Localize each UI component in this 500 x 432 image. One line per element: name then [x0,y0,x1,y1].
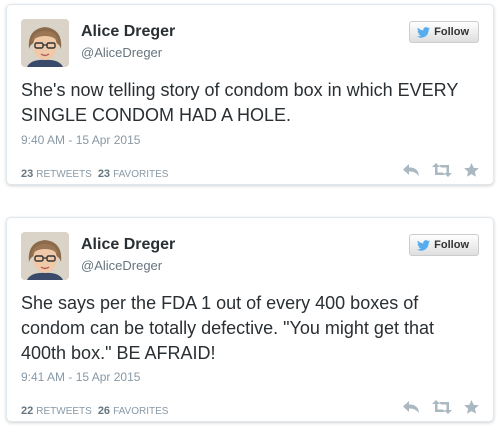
author-handle[interactable]: @AliceDreger [81,45,162,60]
tweet-stats: 22 RETWEETS 26 FAVORITES [21,405,168,417]
tweet-actions [402,163,479,177]
retweets-label: RETWEETS [36,406,92,417]
retweets-stat[interactable]: 23 RETWEETS [21,168,92,180]
favorites-stat[interactable]: 23 FAVORITES [98,168,169,180]
follow-label: Follow [434,26,469,38]
avatar[interactable] [21,19,69,67]
favorites-stat[interactable]: 26 FAVORITES [98,405,169,417]
reply-icon[interactable] [402,400,420,414]
favorites-label: FAVORITES [113,406,169,417]
author-name[interactable]: Alice Dreger [81,23,175,41]
retweets-label: RETWEETS [36,169,92,180]
favorites-count: 23 [97,168,111,180]
tweet-text: She says per the FDA 1 out of every 400 … [21,293,434,363]
retweets-count: 23 [21,168,34,180]
author-handle[interactable]: @AliceDreger [81,258,162,273]
follow-label: Follow [434,239,469,251]
tweet-timestamp[interactable]: 9:40 AM - 15 Apr 2015 [21,133,140,147]
favorites-label: FAVORITES [113,169,169,180]
author-name[interactable]: Alice Dreger [81,236,175,254]
retweets-count: 22 [21,405,34,417]
retweets-stat[interactable]: 22 RETWEETS [21,405,92,417]
tweet-card: Alice Dreger @AliceDreger Follow She's n… [6,4,494,185]
twitter-bird-icon [417,239,431,251]
tweet-timestamp[interactable]: 9:41 AM - 15 Apr 2015 [21,370,140,384]
reply-icon[interactable] [402,163,420,177]
tweet-text: She's now telling story of condom box in… [21,80,459,125]
tweet-actions [402,400,479,414]
avatar[interactable] [21,232,69,280]
tweet-card: Alice Dreger @AliceDreger Follow She say… [6,217,494,422]
favorites-count: 26 [97,405,111,417]
follow-button[interactable]: Follow [409,234,479,256]
twitter-bird-icon [417,26,431,38]
retweet-icon[interactable] [432,163,452,177]
star-icon[interactable] [464,400,479,414]
tweet-stats: 23 RETWEETS 23 FAVORITES [21,168,168,180]
follow-button[interactable]: Follow [409,21,479,43]
retweet-icon[interactable] [432,400,452,414]
star-icon[interactable] [464,163,479,177]
